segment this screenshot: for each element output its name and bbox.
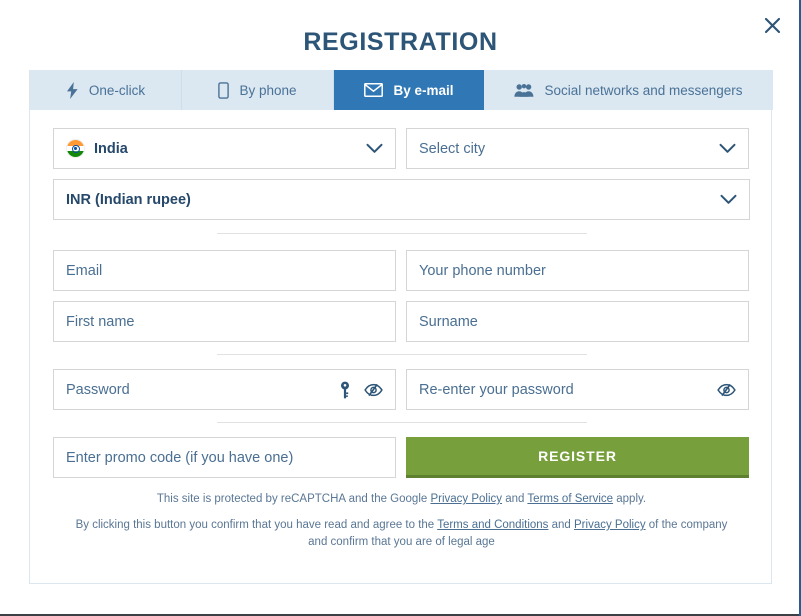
- register-button[interactable]: REGISTER: [406, 437, 749, 478]
- legal-text: This site is protected by reCAPTCHA and …: [30, 491, 773, 551]
- registration-page: REGISTRATION One-click By phone By e-mai…: [0, 0, 801, 616]
- first-name-field-placeholder: First name: [66, 313, 135, 330]
- phone-field[interactable]: Your phone number: [406, 250, 749, 291]
- country-select-value: India: [94, 140, 128, 157]
- phone-field-placeholder: Your phone number: [419, 262, 546, 279]
- terms-and-conditions-link[interactable]: Terms and Conditions: [437, 519, 548, 531]
- terms-notice-part1: By clicking this button you confirm that…: [75, 519, 438, 531]
- tab-social-networks-label: Social networks and messengers: [544, 82, 743, 98]
- city-select-placeholder: Select city: [419, 140, 486, 157]
- currency-select[interactable]: INR (Indian rupee): [53, 179, 750, 220]
- email-phone-row: Email Your phone number: [30, 250, 773, 291]
- name-row: First name Surname: [30, 301, 773, 342]
- recaptcha-notice-part3: apply.: [613, 493, 647, 505]
- tab-one-click[interactable]: One-click: [30, 70, 182, 110]
- email-field-placeholder: Email: [66, 262, 103, 279]
- tab-by-phone-label: By phone: [239, 82, 297, 98]
- people-icon: [514, 83, 534, 98]
- india-flag-icon: [66, 139, 85, 158]
- promo-submit-row: Enter promo code (if you have one) REGIS…: [30, 437, 773, 478]
- password-field-placeholder: Password: [66, 381, 130, 398]
- promo-code-field[interactable]: Enter promo code (if you have one): [53, 437, 396, 478]
- google-terms-of-service-link[interactable]: Terms of Service: [527, 493, 613, 505]
- terms-notice: By clicking this button you confirm that…: [53, 517, 750, 551]
- chevron-down-icon[interactable]: [719, 143, 736, 154]
- registration-method-tabs: One-click By phone By e-mail Social netw…: [30, 70, 773, 110]
- tab-by-phone[interactable]: By phone: [182, 70, 334, 110]
- promo-code-field-placeholder: Enter promo code (if you have one): [66, 449, 294, 466]
- surname-field[interactable]: Surname: [406, 301, 749, 342]
- eye-slash-icon[interactable]: [717, 383, 736, 397]
- currency-select-value: INR (Indian rupee): [66, 191, 191, 208]
- key-icon[interactable]: [339, 381, 351, 399]
- tab-social-networks[interactable]: Social networks and messengers: [484, 70, 773, 110]
- confirm-password-field[interactable]: Re-enter your password: [406, 369, 749, 410]
- registration-form: India Select city INR (Indian rupee) Ema…: [30, 110, 773, 551]
- company-privacy-policy-link[interactable]: Privacy Policy: [574, 519, 646, 531]
- password-field-icons: [339, 381, 383, 399]
- page-title: REGISTRATION: [303, 28, 498, 56]
- recaptcha-notice-part2: and: [502, 493, 528, 505]
- email-field[interactable]: Email: [53, 250, 396, 291]
- recaptcha-notice: This site is protected by reCAPTCHA and …: [53, 491, 750, 507]
- surname-field-placeholder: Surname: [419, 313, 478, 330]
- terms-notice-part2: and: [548, 519, 575, 531]
- currency-row: INR (Indian rupee): [30, 179, 773, 220]
- tab-by-email-label: By e-mail: [393, 82, 454, 98]
- google-privacy-policy-link[interactable]: Privacy Policy: [430, 493, 502, 505]
- recaptcha-notice-part1: This site is protected by reCAPTCHA and …: [156, 493, 431, 505]
- bolt-icon: [66, 81, 79, 99]
- envelope-icon: [364, 83, 384, 97]
- tab-one-click-label: One-click: [88, 82, 146, 98]
- password-row: Password Re-enter your password: [30, 369, 773, 410]
- chevron-down-icon[interactable]: [720, 194, 737, 205]
- city-select[interactable]: Select city: [406, 128, 749, 169]
- password-field[interactable]: Password: [53, 369, 396, 410]
- eye-slash-icon[interactable]: [364, 383, 383, 397]
- phone-icon: [218, 81, 230, 99]
- registration-card: One-click By phone By e-mail Social netw…: [29, 70, 773, 584]
- first-name-field[interactable]: First name: [53, 301, 396, 342]
- tab-by-email[interactable]: By e-mail: [334, 70, 484, 110]
- confirm-password-field-icons: [717, 383, 736, 397]
- confirm-password-field-placeholder: Re-enter your password: [419, 381, 574, 398]
- country-city-row: India Select city: [30, 128, 773, 169]
- country-select[interactable]: India: [53, 128, 396, 169]
- chevron-down-icon[interactable]: [366, 143, 383, 154]
